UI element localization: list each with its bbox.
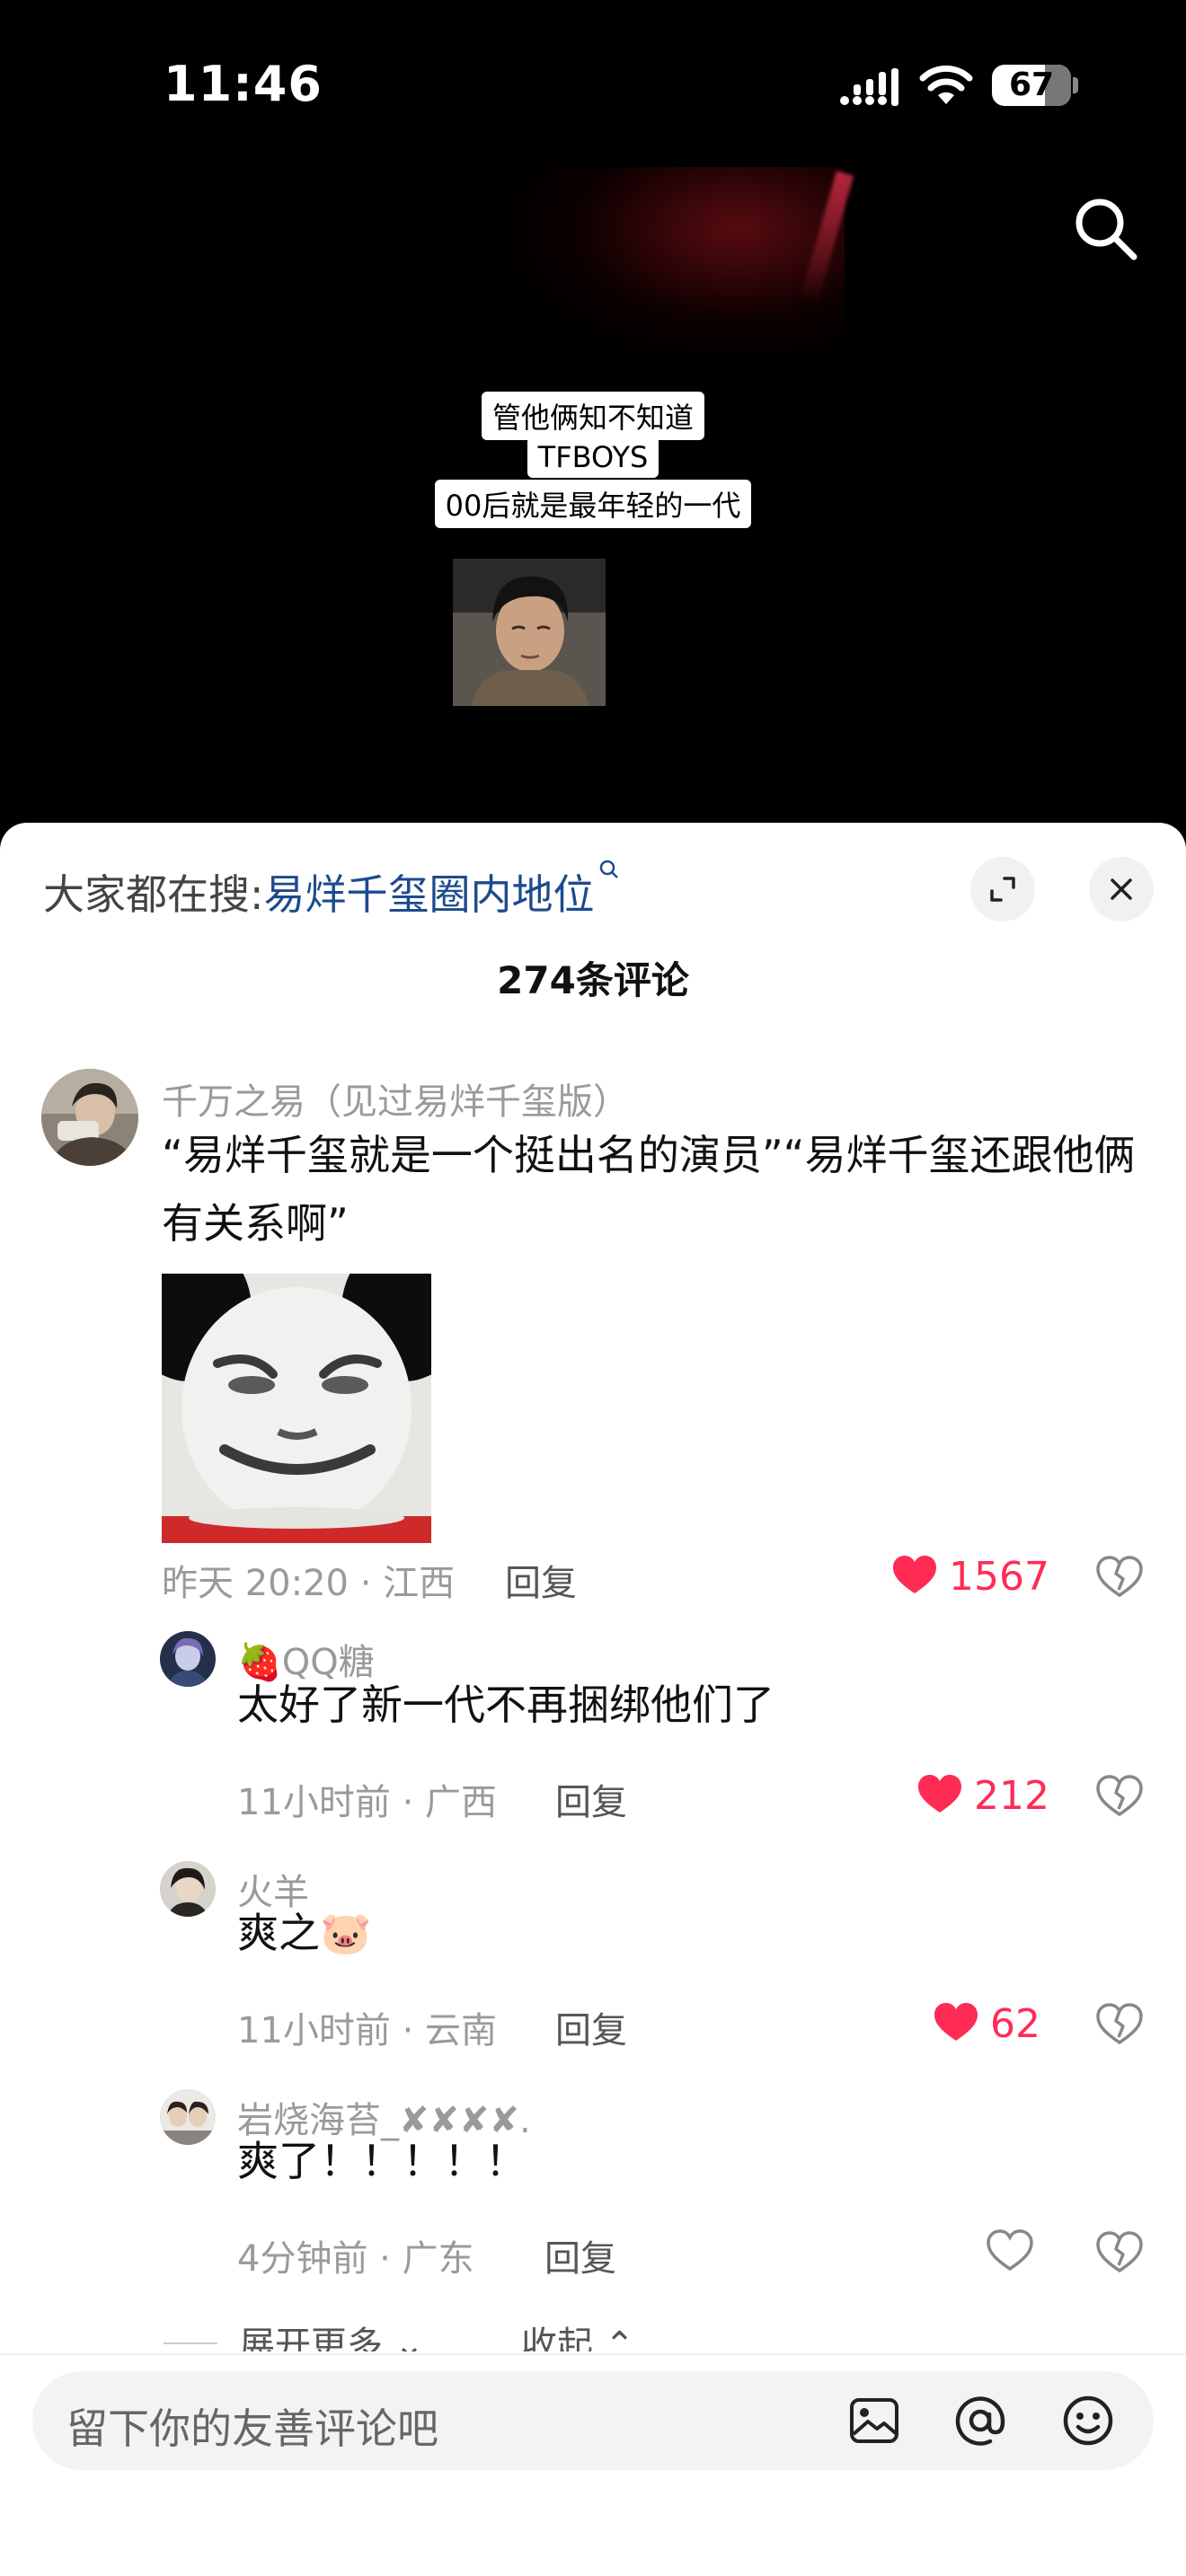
reply-text: 爽之🐷 (237, 1909, 372, 1957)
video-background-glow (485, 167, 845, 374)
reply-text: 太好了新一代不再捆绑他们了 (237, 1681, 774, 1729)
avatar[interactable] (160, 1631, 216, 1687)
comment-text: “易烊千玺就是一个挺出名的演员”“易烊千玺还跟他俩有关系啊” (162, 1131, 1136, 1248)
avatar[interactable] (41, 1069, 138, 1166)
close-button[interactable] (1089, 857, 1154, 922)
hot-search-prefix: 大家都在搜: (43, 870, 264, 919)
comment-input-bar: 留下你的友善评论吧 (0, 2353, 1186, 2576)
like-button[interactable]: 62 (931, 1998, 1048, 2048)
like-button[interactable] (985, 2226, 1039, 2276)
comment-count: 274条评论 (497, 958, 689, 1002)
reply-text: 爽了！！！！！ (237, 2137, 527, 2185)
like-count: 212 (974, 1773, 1049, 1819)
comment-input-placeholder: 留下你的友善评论吧 (66, 2404, 438, 2453)
reply-button[interactable]: 回复 (555, 2001, 627, 2053)
expand-icon (990, 877, 1015, 902)
comment-sticker-image[interactable] (162, 1274, 431, 1543)
divider (164, 2342, 217, 2344)
collapse-button[interactable]: 收起 ⌃ (521, 2316, 634, 2351)
dislike-icon[interactable] (1094, 2228, 1145, 2278)
expand-more-button[interactable]: 展开更多 ⌄ (239, 2316, 424, 2351)
video-player[interactable]: 11:46 67 管他俩知不知道 TFBOYS 00后就是最年轻的一代 (0, 0, 1186, 844)
reply-button[interactable]: 回复 (544, 2229, 616, 2281)
wifi-icon (919, 65, 973, 104)
reply-button[interactable]: 回复 (555, 1773, 627, 1825)
mention-icon[interactable] (952, 2393, 1008, 2448)
more-replies-row: 展开更多 ⌄ 收起 ⌃ (0, 2316, 1186, 2351)
comment-input[interactable]: 留下你的友善评论吧 (32, 2371, 1154, 2470)
emoji-icon[interactable] (1060, 2393, 1116, 2448)
hot-search-term[interactable]: 易烊千玺圈内地位 (264, 870, 595, 919)
battery-level: 67 (1008, 66, 1055, 103)
heart-filled-icon (918, 1775, 961, 1813)
search-small-icon (599, 860, 618, 878)
image-icon[interactable] (846, 2393, 902, 2448)
reply-time-location: 4分钟前 · 广东 (237, 2238, 474, 2280)
video-inset-portrait (453, 559, 606, 706)
search-icon[interactable] (1069, 192, 1141, 264)
cellular-signal-icon (840, 68, 898, 106)
comment-time-location: 昨天 20:20 · 江西 (162, 1563, 456, 1604)
comment-sheet: 大家都在搜:易烊千玺圈内地位 274条评论 千万之易（见过易烊千玺版） “易烊千… (0, 823, 1186, 2576)
avatar[interactable] (160, 1861, 216, 1917)
video-caption-line: TFBOYS (0, 437, 1186, 478)
reply-button[interactable]: 回复 (505, 1554, 577, 1606)
heart-outline-icon (987, 2229, 1033, 2272)
expand-button[interactable] (970, 857, 1035, 922)
reply-time-location: 11小时前 · 云南 (237, 2010, 498, 2051)
video-caption-line: 管他俩知不知道 (0, 392, 1186, 440)
like-count: 1567 (949, 1554, 1049, 1600)
heart-filled-icon (934, 2003, 978, 2041)
like-count: 62 (990, 2001, 1040, 2047)
avatar[interactable] (160, 2089, 216, 2145)
dislike-icon[interactable] (1094, 1552, 1145, 1602)
video-caption-line: 00后就是最年轻的一代 (0, 480, 1186, 528)
like-button[interactable]: 212 (915, 1769, 1049, 1820)
comment-username[interactable]: 千万之易（见过易烊千玺版） (162, 1072, 629, 1125)
dislike-icon[interactable] (1094, 1999, 1145, 2050)
battery-indicator: 67 (992, 65, 1078, 106)
status-time: 11:46 (164, 56, 323, 112)
heart-filled-icon (893, 1556, 936, 1593)
dislike-icon[interactable] (1094, 1771, 1145, 1822)
hot-search-bar[interactable]: 大家都在搜:易烊千玺圈内地位 (43, 860, 620, 922)
close-icon (1111, 878, 1132, 900)
reply-time-location: 11小时前 · 广西 (237, 1782, 498, 1823)
like-button[interactable]: 1567 (890, 1550, 1049, 1601)
